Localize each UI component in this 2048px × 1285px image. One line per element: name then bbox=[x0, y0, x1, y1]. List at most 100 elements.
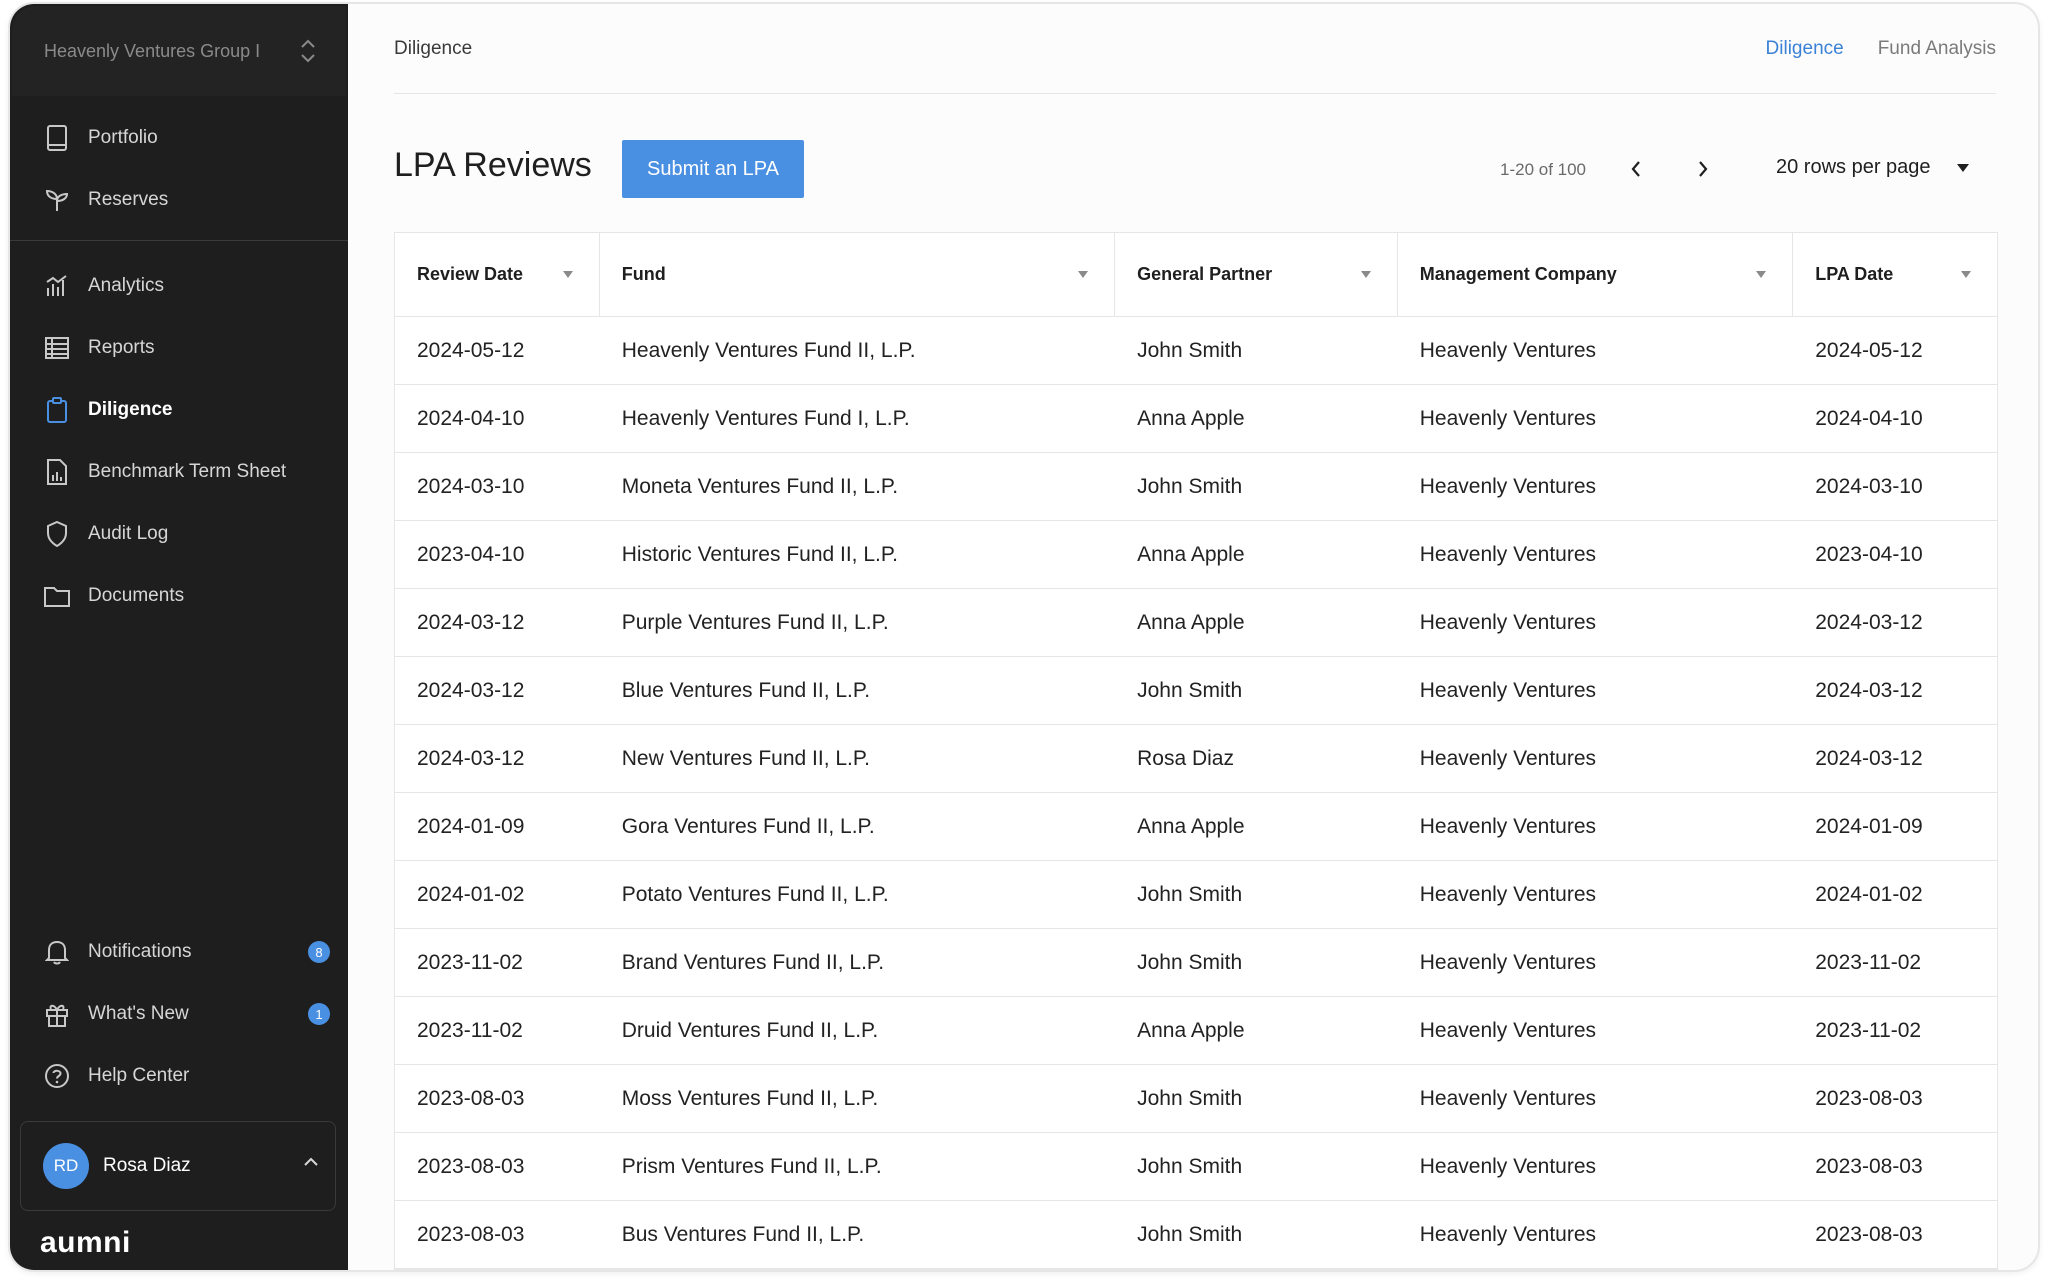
table-row[interactable]: 2023-04-10 Historic Ventures Fund II, L.P… bbox=[395, 521, 1997, 589]
sidebar-item-benchmark-term-sheet[interactable]: Benchmark Term Sheet bbox=[10, 442, 348, 502]
sidebar-item-audit-log[interactable]: Audit Log bbox=[10, 504, 348, 564]
table-row[interactable]: 2023-11-02 Druid Ventures Fund II, L.P. An… bbox=[395, 997, 1997, 1065]
management-company-cell: Heavenly Ventures bbox=[1419, 338, 1597, 362]
sidebar-item-portfolio[interactable]: Portfolio bbox=[10, 108, 348, 168]
sidebar-item-documents[interactable]: Documents bbox=[10, 566, 348, 626]
fund-cell: Brand Ventures Fund II, L.P. bbox=[621, 950, 885, 974]
general-partner-cell: Anna Apple bbox=[1137, 814, 1245, 838]
org-switcher[interactable]: Heavenly Ventures Group I bbox=[12, 6, 346, 96]
table-row[interactable]: 2024-01-09 Gora Ventures Fund II, L.P. Ann… bbox=[395, 793, 1997, 861]
lpa-date-cell: 2024-01-09 bbox=[1815, 814, 1923, 838]
column-header-fund[interactable]: Fund bbox=[600, 233, 1116, 316]
tab-fund-analysis[interactable]: Fund Analysis bbox=[1878, 38, 1996, 60]
sidebar-item-reports[interactable]: Reports bbox=[10, 318, 348, 378]
sidebar-item-label: Diligence bbox=[88, 399, 173, 420]
lpa-date-cell: 2024-03-12 bbox=[1815, 678, 1923, 702]
chevron-up-icon bbox=[304, 1157, 318, 1166]
management-company-cell: Heavenly Ventures bbox=[1419, 406, 1597, 430]
user-name: Rosa Diaz bbox=[103, 1155, 191, 1176]
chevron-left-icon bbox=[1631, 161, 1640, 177]
table-icon bbox=[44, 335, 70, 361]
fund-cell: Druid Ventures Fund II, L.P. bbox=[621, 1018, 879, 1042]
page-title: LPA Reviews bbox=[394, 146, 592, 184]
table-row[interactable]: 2024-03-12 Purple Ventures Fund II, L.P. A… bbox=[395, 589, 1997, 657]
column-header-label: Management Company bbox=[1419, 264, 1617, 284]
submit-lpa-button[interactable]: Submit an LPA bbox=[622, 140, 804, 198]
sidebar-item-label: Analytics bbox=[88, 275, 165, 296]
fund-cell: Potato Ventures Fund II, L.P. bbox=[621, 882, 889, 906]
column-header-management-company[interactable]: Management Company bbox=[1398, 233, 1794, 316]
top-tabs: Diligence Fund Analysis bbox=[1766, 38, 1996, 60]
sidebar-item-label: Benchmark Term Sheet bbox=[88, 461, 287, 482]
table-row[interactable]: 2023-08-03 Prism Ventures Fund II, L.P. Jo… bbox=[395, 1133, 1997, 1201]
fund-cell: Prism Ventures Fund II, L.P. bbox=[621, 1154, 882, 1178]
lpa-date-cell: 2024-03-12 bbox=[1815, 746, 1923, 770]
general-partner-cell: John Smith bbox=[1137, 1222, 1243, 1246]
table-row[interactable]: 2024-05-12 Heavenly Ventures Fund II, L.P… bbox=[395, 317, 1997, 385]
review-date-cell: 2024-03-12 bbox=[417, 678, 525, 702]
column-header-general-partner[interactable]: General Partner bbox=[1115, 233, 1398, 316]
sidebar-item-label: Audit Log bbox=[88, 523, 169, 544]
sidebar-item-notifications[interactable]: Notifications 8 bbox=[10, 922, 348, 982]
tab-diligence[interactable]: Diligence bbox=[1766, 38, 1844, 60]
next-page-button[interactable] bbox=[1688, 154, 1718, 184]
lpa-date-cell: 2023-08-03 bbox=[1815, 1086, 1923, 1110]
table-row[interactable]: 2024-03-12 Blue Ventures Fund II, L.P. Joh… bbox=[395, 657, 1997, 725]
management-company-cell: Heavenly Ventures bbox=[1419, 1154, 1597, 1178]
aumni-logo: aumni bbox=[40, 1226, 131, 1259]
column-header-lpa-date[interactable]: LPA Date bbox=[1793, 233, 1997, 316]
chevron-up-down-icon bbox=[301, 39, 315, 63]
sidebar-item-whats-new[interactable]: What's New 1 bbox=[10, 984, 348, 1044]
sidebar-item-diligence[interactable]: Diligence bbox=[10, 380, 348, 440]
table-row[interactable]: 2024-03-10 Moneta Ventures Fund II, L.P. J… bbox=[395, 453, 1997, 521]
column-header-review-date[interactable]: Review Date bbox=[395, 233, 600, 316]
review-date-cell: 2024-04-10 bbox=[417, 406, 525, 430]
table-row[interactable]: 2024-01-02 Potato Ventures Fund II, L.P. J… bbox=[395, 861, 1997, 929]
management-company-cell: Heavenly Ventures bbox=[1419, 678, 1597, 702]
general-partner-cell: John Smith bbox=[1137, 474, 1243, 498]
user-menu[interactable]: RD Rosa Diaz bbox=[20, 1121, 336, 1211]
fund-cell: Heavenly Ventures Fund I, L.P. bbox=[621, 406, 910, 430]
lpa-reviews-table: Review Date Fund General Partner Managem… bbox=[394, 232, 1998, 1270]
review-date-cell: 2024-03-12 bbox=[417, 746, 525, 770]
sidebar-item-label: Reports bbox=[88, 337, 155, 358]
tablet-icon bbox=[44, 125, 70, 151]
table-row[interactable]: 2024-04-10 Heavenly Ventures Fund I, L.P.… bbox=[395, 385, 1997, 453]
lpa-date-cell: 2024-04-10 bbox=[1815, 406, 1923, 430]
bell-icon bbox=[44, 939, 70, 965]
fund-cell: New Ventures Fund II, L.P. bbox=[621, 746, 871, 770]
table-row[interactable]: 2023-08-03 Moss Ventures Fund II, L.P. Joh… bbox=[395, 1065, 1997, 1133]
previous-page-button[interactable] bbox=[1621, 154, 1651, 184]
management-company-cell: Heavenly Ventures bbox=[1419, 1086, 1597, 1110]
sidebar-item-help-center[interactable]: Help Center bbox=[10, 1046, 348, 1106]
general-partner-cell: John Smith bbox=[1137, 882, 1243, 906]
sort-caret-icon bbox=[562, 271, 573, 278]
whats-new-badge: 1 bbox=[308, 1003, 330, 1025]
lpa-date-cell: 2023-08-03 bbox=[1815, 1222, 1923, 1246]
general-partner-cell: Anna Apple bbox=[1137, 610, 1245, 634]
fund-cell: Purple Ventures Fund II, L.P. bbox=[621, 610, 889, 634]
app-window: Heavenly Ventures Group I Portfolio Rese… bbox=[8, 2, 2040, 1272]
lpa-date-cell: 2023-08-03 bbox=[1815, 1154, 1923, 1178]
table-row[interactable]: 2023-11-02 Brand Ventures Fund II, L.P. Jo… bbox=[395, 929, 1997, 997]
table-row[interactable]: 2024-03-12 New Ventures Fund II, L.P. Rosa… bbox=[395, 725, 1997, 793]
fund-cell: Moss Ventures Fund II, L.P. bbox=[621, 1086, 879, 1110]
rows-per-page-value: 20 rows per page bbox=[1776, 156, 1931, 178]
sidebar: Heavenly Ventures Group I Portfolio Rese… bbox=[10, 4, 348, 1270]
fund-cell: Bus Ventures Fund II, L.P. bbox=[621, 1222, 865, 1246]
column-header-label: General Partner bbox=[1137, 264, 1273, 284]
sidebar-item-analytics[interactable]: Analytics bbox=[10, 256, 348, 316]
sidebar-item-reserves[interactable]: Reserves bbox=[10, 170, 348, 230]
column-header-label: Review Date bbox=[417, 264, 524, 284]
lpa-date-cell: 2023-11-02 bbox=[1815, 1018, 1922, 1042]
review-date-cell: 2024-01-09 bbox=[417, 814, 525, 838]
fund-cell: Heavenly Ventures Fund II, L.P. bbox=[621, 338, 916, 362]
general-partner-cell: John Smith bbox=[1137, 950, 1243, 974]
general-partner-cell: John Smith bbox=[1137, 1086, 1243, 1110]
lpa-date-cell: 2024-03-12 bbox=[1815, 610, 1923, 634]
rows-per-page-select[interactable]: 20 rows per page bbox=[1776, 156, 1969, 179]
avatar: RD bbox=[43, 1143, 89, 1189]
lpa-date-cell: 2024-05-12 bbox=[1815, 338, 1923, 362]
table-row[interactable]: 2023-08-03 Bus Ventures Fund II, L.P. John… bbox=[395, 1201, 1997, 1269]
sidebar-item-label: Documents bbox=[88, 585, 185, 606]
